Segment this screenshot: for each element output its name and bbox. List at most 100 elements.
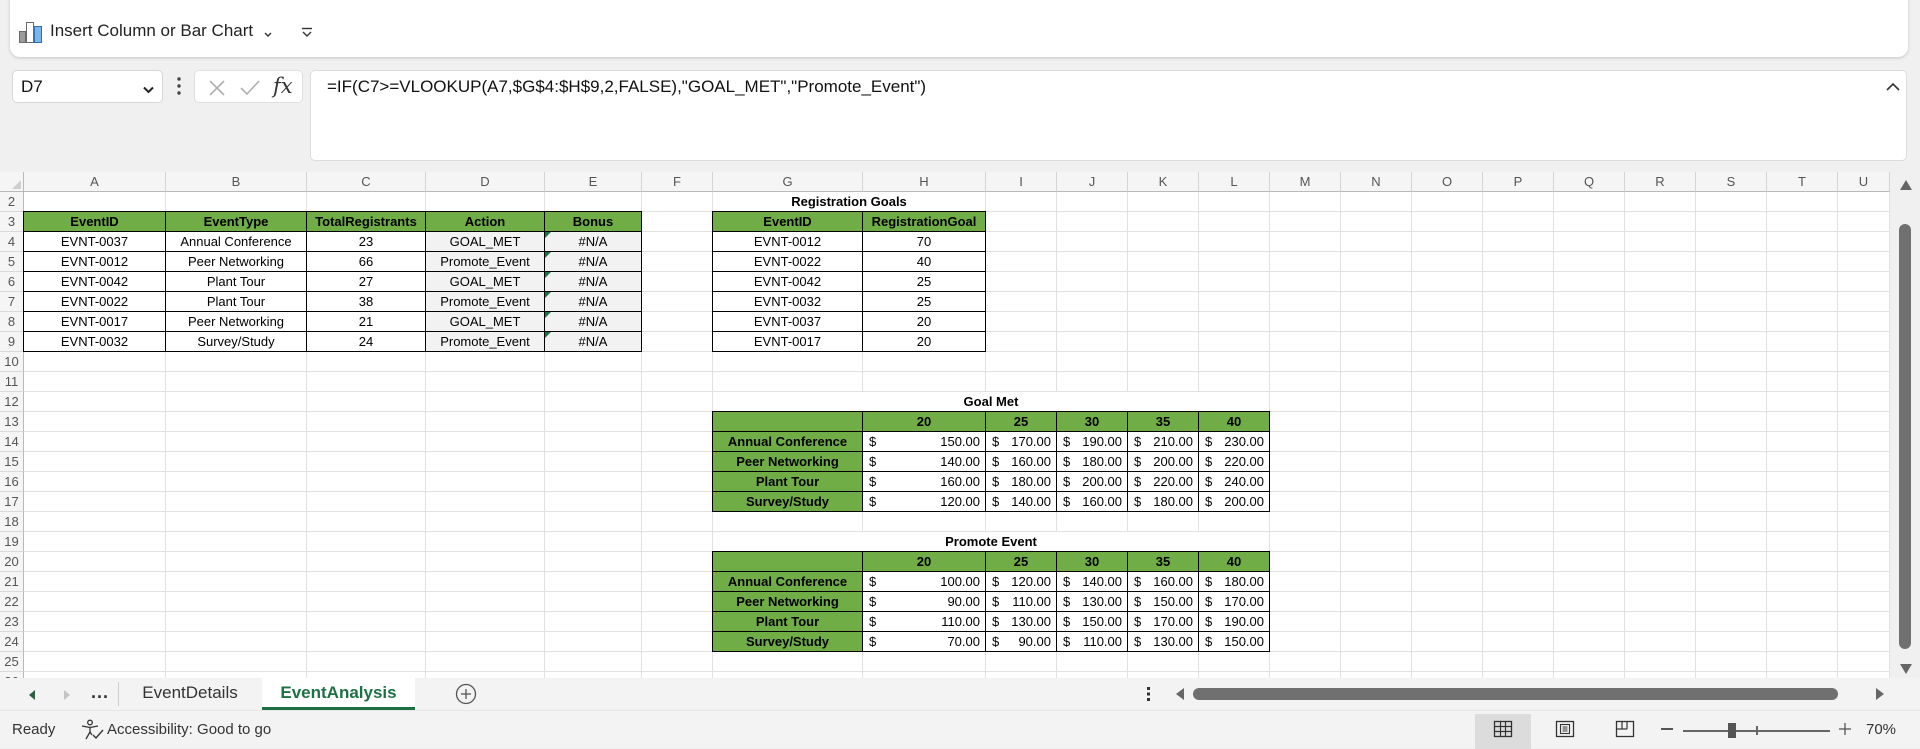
currency-cell[interactable]: $130.00 [1127, 631, 1199, 652]
currency-cell[interactable]: $140.00 [862, 451, 986, 472]
currency-cell[interactable]: $200.00 [1127, 451, 1199, 472]
threshold-header-cell[interactable]: 40 [1198, 551, 1270, 572]
formula-input[interactable]: =IF(C7>=VLOOKUP(A7,$G$4:$H$9,2,FALSE),"G… [310, 70, 1907, 161]
table-header-cell[interactable]: EventID [23, 211, 166, 232]
row-header-18[interactable]: 18 [0, 512, 24, 532]
currency-cell[interactable]: $110.00 [1056, 631, 1128, 652]
action-cell[interactable]: Promote_Event [425, 291, 545, 312]
column-header-O[interactable]: O [1412, 172, 1483, 192]
currency-cell[interactable]: $140.00 [1056, 571, 1128, 592]
scroll-left-icon[interactable] [1174, 687, 1186, 706]
previous-sheet-icon[interactable] [27, 688, 37, 706]
currency-cell[interactable]: $130.00 [1056, 591, 1128, 612]
page-layout-view-button[interactable] [1537, 714, 1593, 749]
goal-met-title[interactable]: Goal Met [713, 392, 1269, 411]
table-cell[interactable]: EVNT-0022 [712, 251, 863, 272]
bonus-cell[interactable]: #N/A [544, 331, 642, 352]
more-sheets-button[interactable]: ... [91, 682, 109, 703]
vertical-scroll-thumb[interactable] [1899, 224, 1911, 649]
table-cell[interactable]: Annual Conference [165, 231, 307, 252]
table-cell[interactable]: EVNT-0042 [23, 271, 166, 292]
formula-text[interactable]: =IF(C7>=VLOOKUP(A7,$G$4:$H$9,2,FALSE),"G… [327, 77, 926, 97]
row-header-19[interactable]: 19 [0, 532, 24, 552]
horizontal-scroll-thumb[interactable] [1193, 688, 1838, 700]
column-header-B[interactable]: B [166, 172, 307, 192]
scroll-right-icon[interactable] [1874, 687, 1886, 706]
sheet-tab-eventanalysis[interactable]: EventAnalysis [262, 678, 415, 710]
scroll-up-icon[interactable] [1899, 178, 1913, 196]
table-cell[interactable]: 20 [862, 311, 986, 332]
row-header-6[interactable]: 6 [0, 272, 24, 292]
accessibility-icon[interactable] [80, 719, 106, 746]
row-header-5[interactable]: 5 [0, 252, 24, 272]
currency-cell[interactable]: $220.00 [1127, 471, 1199, 492]
table-cell[interactable]: 24 [306, 331, 426, 352]
bonus-cell[interactable]: #N/A [544, 291, 642, 312]
table-header-cell[interactable]: RegistrationGoal [862, 211, 986, 232]
currency-cell[interactable]: $150.00 [862, 431, 986, 452]
row-header-24[interactable]: 24 [0, 632, 24, 652]
column-header-F[interactable]: F [642, 172, 713, 192]
currency-cell[interactable]: $160.00 [985, 451, 1057, 472]
column-header-T[interactable]: T [1767, 172, 1838, 192]
currency-cell[interactable]: $160.00 [1056, 491, 1128, 512]
event-type-label[interactable]: Peer Networking [712, 451, 863, 472]
currency-cell[interactable]: $90.00 [862, 591, 986, 612]
currency-cell[interactable]: $180.00 [1056, 451, 1128, 472]
currency-cell[interactable]: $170.00 [1198, 591, 1270, 612]
column-header-A[interactable]: A [24, 172, 166, 192]
currency-cell[interactable]: $180.00 [985, 471, 1057, 492]
threshold-header-cell[interactable]: 25 [985, 551, 1057, 572]
table-cell[interactable]: EVNT-0032 [712, 291, 863, 312]
table-header-cell[interactable]: Bonus [544, 211, 642, 232]
threshold-header-cell[interactable]: 30 [1056, 411, 1128, 432]
zoom-slider-thumb[interactable] [1728, 723, 1736, 738]
column-header-E[interactable]: E [545, 172, 642, 192]
next-sheet-icon[interactable] [62, 688, 72, 706]
table-header-cell[interactable]: EventType [165, 211, 307, 232]
column-header-G[interactable]: G [713, 172, 863, 192]
row-header-17[interactable]: 17 [0, 492, 24, 512]
event-type-label[interactable]: Plant Tour [712, 611, 863, 632]
column-header-H[interactable]: H [863, 172, 986, 192]
name-box[interactable]: D7 [12, 70, 163, 103]
table-cell[interactable]: EVNT-0042 [712, 271, 863, 292]
currency-cell[interactable]: $210.00 [1127, 431, 1199, 452]
column-header-U[interactable]: U [1838, 172, 1890, 192]
currency-cell[interactable]: $190.00 [1056, 431, 1128, 452]
currency-cell[interactable]: $140.00 [985, 491, 1057, 512]
currency-cell[interactable]: $220.00 [1198, 451, 1270, 472]
action-cell[interactable]: GOAL_MET [425, 271, 545, 292]
table-cell[interactable]: EVNT-0037 [23, 231, 166, 252]
currency-cell[interactable]: $180.00 [1198, 571, 1270, 592]
column-header-I[interactable]: I [986, 172, 1057, 192]
event-type-label[interactable]: Survey/Study [712, 491, 863, 512]
page-break-preview-button[interactable] [1597, 714, 1653, 749]
row-header-12[interactable]: 12 [0, 392, 24, 412]
insert-function-button[interactable]: fx [273, 74, 293, 98]
currency-cell[interactable]: $230.00 [1198, 431, 1270, 452]
table-cell[interactable]: 21 [306, 311, 426, 332]
row-header-14[interactable]: 14 [0, 432, 24, 452]
event-type-label[interactable]: Survey/Study [712, 631, 863, 652]
zoom-out-icon[interactable] [1661, 728, 1673, 730]
currency-cell[interactable]: $110.00 [862, 611, 986, 632]
promote-event-title[interactable]: Promote Event [713, 532, 1269, 551]
threshold-header-cell[interactable]: 20 [862, 551, 986, 572]
currency-cell[interactable]: $150.00 [1127, 591, 1199, 612]
threshold-header-cell[interactable]: 40 [1198, 411, 1270, 432]
bonus-cell[interactable]: #N/A [544, 251, 642, 272]
threshold-header-cell[interactable]: 25 [985, 411, 1057, 432]
row-header-21[interactable]: 21 [0, 572, 24, 592]
row-header-10[interactable]: 10 [0, 352, 24, 372]
currency-cell[interactable]: $150.00 [1056, 611, 1128, 632]
chevron-down-icon[interactable] [142, 82, 155, 100]
currency-cell[interactable]: $150.00 [1198, 631, 1270, 652]
action-cell[interactable]: GOAL_MET [425, 311, 545, 332]
select-all-button[interactable] [0, 172, 24, 192]
bonus-cell[interactable]: #N/A [544, 271, 642, 292]
row-header-9[interactable]: 9 [0, 332, 24, 352]
threshold-header-cell[interactable]: 20 [862, 411, 986, 432]
threshold-header-cell[interactable]: 35 [1127, 551, 1199, 572]
row-header-7[interactable]: 7 [0, 292, 24, 312]
